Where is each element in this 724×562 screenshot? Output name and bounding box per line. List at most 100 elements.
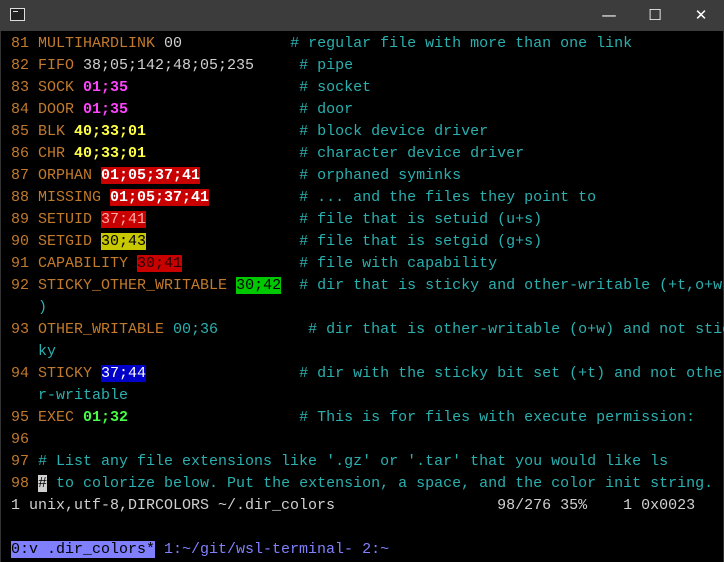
comment-text: # dir that is other-writable (o+w) and n… xyxy=(308,321,724,338)
line-number: 88 xyxy=(11,189,39,206)
comment-text: # dir with the sticky bit set (+t) and n… xyxy=(299,365,723,382)
line-number: 83 xyxy=(11,79,39,96)
editor-line: 95 EXEC 01;32 # This is for files with e… xyxy=(11,407,695,429)
tmux-window[interactable]: 0:v .dir_colors* xyxy=(11,541,156,558)
editor-line: 87 ORPHAN 01;05;37;41 # orphaned syminks xyxy=(11,165,461,187)
line-number: 91 xyxy=(11,255,39,272)
code-text: 30;43 xyxy=(101,233,147,250)
tmux-status-bar[interactable]: 0:v .dir_colors* 1:~/git/wsl-terminal- 2… xyxy=(11,539,389,561)
editor-line: 84 DOOR 01;35 # door xyxy=(11,99,353,121)
code-text: 01;05;37;41 xyxy=(110,189,210,206)
code-text: 40;33;01 xyxy=(74,123,147,140)
terminal-icon xyxy=(10,8,25,21)
code-text: 37;41 xyxy=(101,211,147,228)
comment-text: # pipe xyxy=(299,57,354,74)
keyword: STICKY xyxy=(38,365,102,382)
line-number: 90 xyxy=(11,233,39,250)
comment-text: to colorize below. Put the extension, a … xyxy=(47,475,714,492)
line-number: 98 xyxy=(11,475,39,492)
comment-text: 00;36 xyxy=(173,321,219,338)
keyword: CAPABILITY xyxy=(38,255,138,272)
comment-text: # orphaned syminks xyxy=(299,167,462,184)
minimize-button[interactable]: — xyxy=(586,0,632,31)
comment-text: ky xyxy=(38,343,57,360)
line-number: 93 xyxy=(11,321,39,338)
comment-text: # character device driver xyxy=(299,145,525,162)
code-text: 01;05;37;41 xyxy=(101,167,201,184)
code-text: 01;35 xyxy=(83,79,129,96)
code-text: 01;32 xyxy=(83,409,129,426)
line-number: 82 xyxy=(11,57,39,74)
editor-line: 81 MULTIHARDLINK 00 # regular file with … xyxy=(11,33,632,55)
comment-text: # door xyxy=(299,101,354,118)
editor-line: 93 OTHER_WRITABLE 00;36 # dir that is ot… xyxy=(11,319,724,341)
comment-text: # file that is setgid (g+s) xyxy=(299,233,543,250)
code-text: 30;42 xyxy=(236,277,282,294)
keyword: BLK xyxy=(38,123,75,140)
code-text: 01;35 xyxy=(83,101,129,118)
line-number: 81 xyxy=(11,35,39,52)
maximize-button[interactable]: ☐ xyxy=(632,0,678,31)
line-number: 87 xyxy=(11,167,39,184)
editor-line: 89 SETUID 37;41 # file that is setuid (u… xyxy=(11,209,542,231)
keyword: DOOR xyxy=(38,101,84,118)
editor-line: 91 CAPABILITY 30;41 # file with capabili… xyxy=(11,253,497,275)
editor-line: r-writable xyxy=(11,385,128,407)
tmux-window[interactable]: 1:~/git/wsl-terminal- 2:~ xyxy=(155,541,389,558)
editor-line: 92 STICKY_OTHER_WRITABLE 30;42 # dir tha… xyxy=(11,275,722,297)
comment-text: # regular file with more than one link xyxy=(290,35,633,52)
code-text: 1 unix,utf-8,DIRCOLORS ~/.dir_colors 98/… xyxy=(11,497,696,514)
line-number: 96 xyxy=(11,431,30,448)
code-text: 40;33;01 xyxy=(74,145,147,162)
editor-line: 83 SOCK 01;35 # socket xyxy=(11,77,371,99)
close-button[interactable]: ✕ xyxy=(678,0,724,31)
keyword: CHR xyxy=(38,145,75,162)
comment-text: r-writable xyxy=(38,387,129,404)
code-text: 38;05;142;48;05;235 xyxy=(83,57,255,74)
editor-line: 88 MISSING 01;05;37;41 # ... and the fil… xyxy=(11,187,596,209)
keyword: FIFO xyxy=(38,57,84,74)
line-number: 89 xyxy=(11,211,39,228)
comment-text: # file with capability xyxy=(299,255,498,272)
line-number: 94 xyxy=(11,365,39,382)
comment-text: ) xyxy=(38,299,48,316)
editor-line: 82 FIFO 38;05;142;48;05;235 # pipe xyxy=(11,55,353,77)
editor-line: 90 SETGID 30;43 # file that is setgid (g… xyxy=(11,231,542,253)
vim-status-line: 1 unix,utf-8,DIRCOLORS ~/.dir_colors 98/… xyxy=(11,495,695,517)
comment-text: # socket xyxy=(299,79,372,96)
line-number: 85 xyxy=(11,123,39,140)
line-number: 84 xyxy=(11,101,39,118)
comment-text: # List any file extensions like '.gz' or… xyxy=(38,453,669,470)
keyword: EXEC xyxy=(38,409,84,426)
comment-text: # dir that is sticky and other-writable … xyxy=(299,277,723,294)
editor-line: ky xyxy=(11,341,56,363)
comment-text: # This is for files with execute permiss… xyxy=(299,409,696,426)
line-number: 86 xyxy=(11,145,39,162)
editor-line: 98 # to colorize below. Put the extensio… xyxy=(11,473,713,495)
editor-line: 94 STICKY 37;44 # dir with the sticky bi… xyxy=(11,363,722,385)
keyword: SETGID xyxy=(38,233,102,250)
comment-text: # ... and the files they point to xyxy=(299,189,597,206)
keyword: MULTIHARDLINK xyxy=(38,35,165,52)
keyword: OTHER_WRITABLE xyxy=(38,321,174,338)
line-number: 95 xyxy=(11,409,39,426)
editor-line: ) xyxy=(11,297,47,319)
editor-line: 97 # List any file extensions like '.gz'… xyxy=(11,451,668,473)
terminal-area[interactable]: 81 MULTIHARDLINK 00 # regular file with … xyxy=(0,31,724,562)
cursor: # xyxy=(38,475,48,492)
